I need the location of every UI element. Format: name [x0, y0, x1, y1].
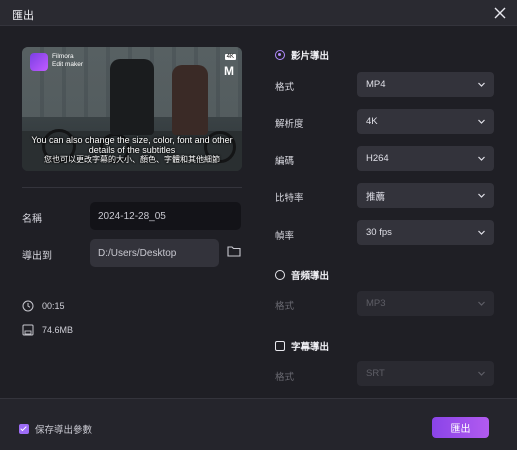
- chevron-down-icon: [478, 230, 485, 235]
- preview-logo-text: Filmora Edit maker: [52, 53, 84, 68]
- audio-export-option[interactable]: 音頻導出: [275, 268, 329, 282]
- title-bar: 匯出: [0, 0, 517, 26]
- duration-value: 00:15: [42, 301, 65, 311]
- window-title: 匯出: [12, 10, 34, 22]
- audio-export-radio[interactable]: [275, 270, 285, 280]
- chevron-down-icon: [478, 371, 485, 376]
- chevron-down-icon: [478, 301, 485, 306]
- resolution-label: 解析度: [275, 119, 304, 130]
- app-logo-icon: [30, 53, 48, 71]
- framerate-select[interactable]: 30 fps: [357, 220, 494, 245]
- name-value: 2024-12-28_05: [98, 210, 166, 222]
- audio-format-select: MP3: [357, 291, 494, 316]
- clock-icon: [22, 300, 34, 312]
- name-input[interactable]: 2024-12-28_05: [90, 202, 241, 230]
- format-value: MP4: [366, 79, 386, 90]
- encoder-select[interactable]: H264: [357, 146, 494, 171]
- left-divider: [22, 187, 242, 188]
- quality-badge: 4K: [224, 54, 236, 60]
- subtitle-export-checkbox[interactable]: [275, 341, 285, 351]
- file-size-value: 74.6MB: [42, 325, 74, 335]
- video-export-option[interactable]: 影片導出: [275, 48, 329, 62]
- audio-export-title: 音頻導出: [291, 271, 330, 282]
- chevron-down-icon: [478, 82, 485, 87]
- encoder-label: 編碼: [275, 156, 295, 167]
- subtitle-format-select: SRT: [357, 361, 494, 386]
- subtitle-export-option[interactable]: 字幕導出: [275, 339, 329, 353]
- folder-icon[interactable]: [227, 245, 241, 257]
- chevron-down-icon: [478, 193, 485, 198]
- video-export-title: 影片導出: [291, 51, 330, 62]
- export-path-field[interactable]: D:/Users/Desktop: [90, 239, 219, 267]
- bitrate-label: 比特率: [275, 193, 304, 204]
- preview-person: [110, 59, 154, 135]
- resolution-select[interactable]: 4K: [357, 109, 494, 134]
- name-label: 名稱: [22, 214, 42, 225]
- bitrate-value: 推薦: [366, 191, 386, 203]
- preview-person: [172, 65, 208, 135]
- keep-params-option[interactable]: 保存導出參數: [19, 422, 92, 436]
- subtitle-export-title: 字幕導出: [291, 342, 330, 353]
- keep-params-label: 保存導出參數: [35, 425, 93, 436]
- disk-icon: [22, 324, 34, 336]
- resolution-value: 4K: [366, 116, 378, 127]
- preview-subtitle-zh: 您也可以更改字幕的大小、顏色、字體和其他細節: [44, 155, 220, 164]
- format-select[interactable]: MP4: [357, 72, 494, 97]
- keep-params-checkbox[interactable]: [19, 424, 29, 434]
- video-export-radio[interactable]: [275, 50, 285, 60]
- preview-subtitle-en: You can also change the size, color, fon…: [31, 135, 233, 155]
- subtitle-format-value: SRT: [366, 368, 385, 379]
- chevron-down-icon: [478, 156, 485, 161]
- close-icon: [494, 7, 506, 19]
- corner-mark: M: [224, 64, 234, 78]
- subtitle-format-label: 格式: [275, 372, 295, 383]
- export-to-label: 導出到: [22, 251, 52, 262]
- close-button[interactable]: [491, 4, 509, 22]
- format-label: 格式: [275, 82, 295, 93]
- framerate-label: 幀率: [275, 231, 295, 242]
- export-button[interactable]: 匯出: [432, 417, 489, 438]
- video-preview: Filmora Edit maker 4K M You can also cha…: [22, 47, 242, 171]
- framerate-value: 30 fps: [366, 227, 392, 238]
- audio-format-label: 格式: [275, 301, 295, 312]
- encoder-value: H264: [366, 153, 389, 164]
- audio-format-value: MP3: [366, 298, 386, 309]
- chevron-down-icon: [478, 119, 485, 124]
- bitrate-select[interactable]: 推薦: [357, 183, 494, 208]
- export-path-value: D:/Users/Desktop: [98, 247, 177, 259]
